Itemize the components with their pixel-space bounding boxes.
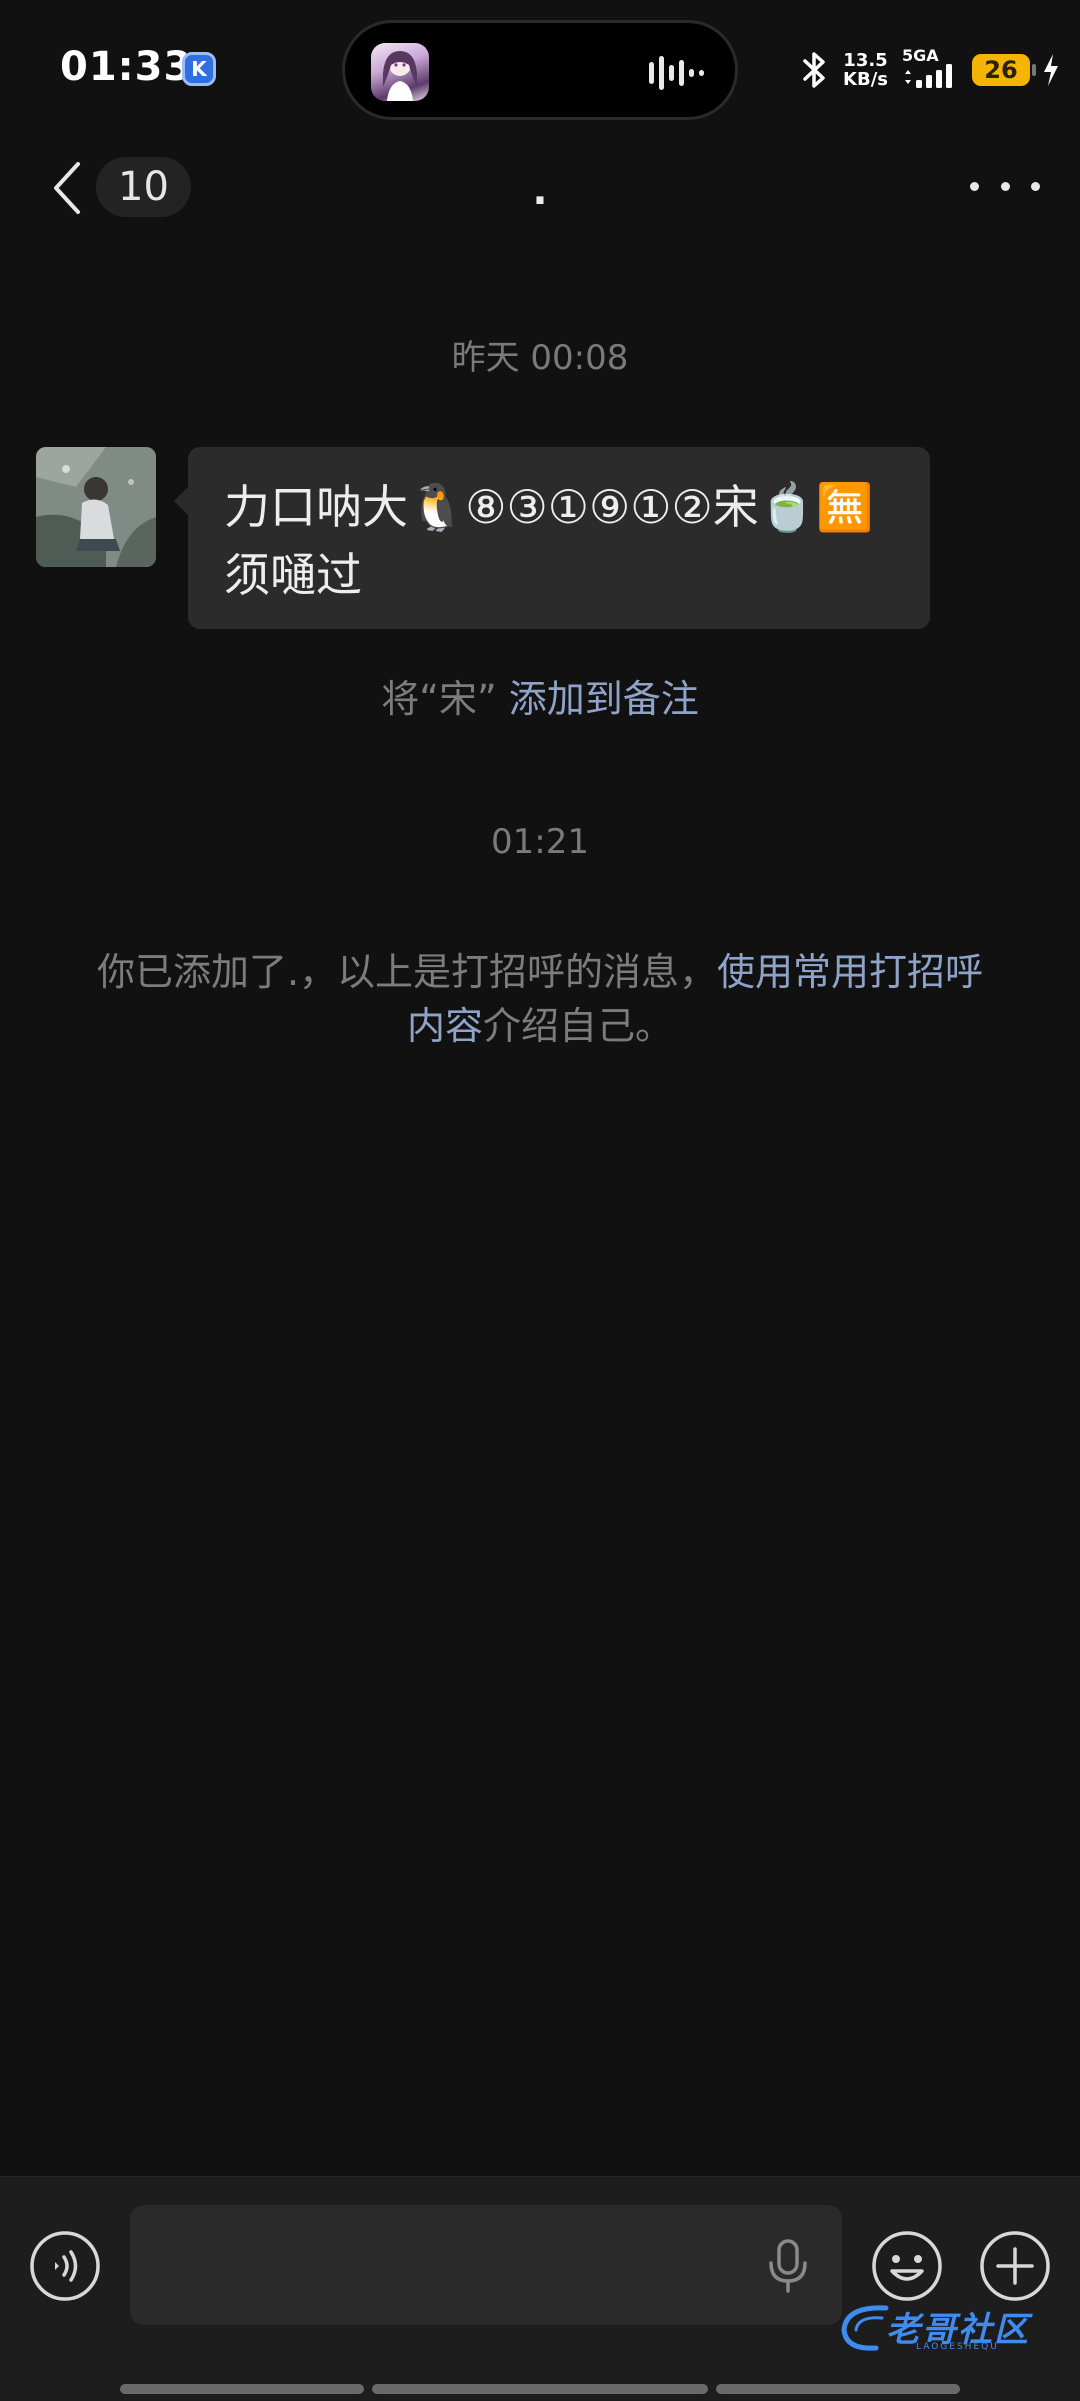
emoji-icon — [872, 2231, 942, 2301]
status-time: 01:33 — [60, 44, 193, 90]
unread-count-badge[interactable]: 10 — [96, 157, 191, 217]
greeting-text: 你已添加了.，以上是打招呼的消息， — [96, 950, 718, 994]
greeting-text-end: 介绍自己。 — [483, 1004, 674, 1048]
input-bar — [0, 2176, 1080, 2401]
remark-prefix: 将“宋” — [381, 677, 509, 721]
gesture-bar[interactable] — [372, 2384, 708, 2394]
signal-indicator: 5GA — [902, 46, 958, 90]
emoji-button[interactable] — [870, 2229, 944, 2303]
watermark-subtext: LAOGESHEQU — [916, 2342, 999, 2352]
more-actions-button[interactable] — [978, 2229, 1052, 2303]
message-timestamp: 昨天 00:08 — [451, 338, 629, 378]
net-speed-value: 13.5 — [843, 50, 888, 71]
more-options-icon — [970, 181, 979, 191]
audio-wave-icon — [649, 56, 704, 90]
message-input[interactable] — [130, 2205, 842, 2325]
status-icons: 13.5 KB/s 5GA 26 — [801, 46, 1060, 94]
gesture-bar[interactable] — [120, 2384, 364, 2394]
add-remark-link[interactable]: 添加到备注 — [509, 677, 699, 721]
greeting-note: 你已添加了.，以上是打招呼的消息，使用常用打招呼内容介绍自己。 — [90, 945, 990, 1053]
charging-icon — [1044, 54, 1058, 86]
mic-icon[interactable] — [766, 2239, 810, 2293]
message-timestamp: 01:21 — [491, 822, 589, 862]
gesture-bar[interactable] — [716, 2384, 960, 2394]
add-remark-note: 将“宋” 添加到备注 — [90, 672, 990, 726]
voice-icon — [30, 2231, 100, 2301]
contact-avatar[interactable] — [36, 447, 156, 567]
plus-icon — [980, 2231, 1050, 2301]
k-app-icon: K — [182, 52, 216, 86]
battery-level: 26 — [984, 56, 1018, 84]
message-bubble[interactable]: 力口呐大🐧⑧③①⑨①②宋🍵🈚须嗵过 — [174, 447, 930, 629]
net-speed: 13.5 KB/s — [843, 51, 888, 89]
chat-title: . — [532, 168, 548, 214]
bluetooth-icon — [803, 52, 825, 88]
status-bar: 01:33 K 13.5 KB/s 5GA 26 — [0, 0, 1080, 140]
battery-icon: 26 — [972, 54, 1036, 86]
net-speed-unit: KB/s — [843, 69, 888, 90]
voice-toggle-button[interactable] — [28, 2229, 102, 2303]
back-button[interactable] — [42, 158, 92, 218]
back-chevron-icon — [54, 162, 80, 214]
watermark-logo: 老哥社区 LAOGESHEQU — [836, 2298, 1066, 2358]
network-type: 5GA — [902, 46, 939, 65]
more-options-button[interactable] — [970, 166, 1040, 206]
dynamic-island[interactable] — [342, 20, 738, 120]
island-media-avatar — [371, 43, 429, 101]
